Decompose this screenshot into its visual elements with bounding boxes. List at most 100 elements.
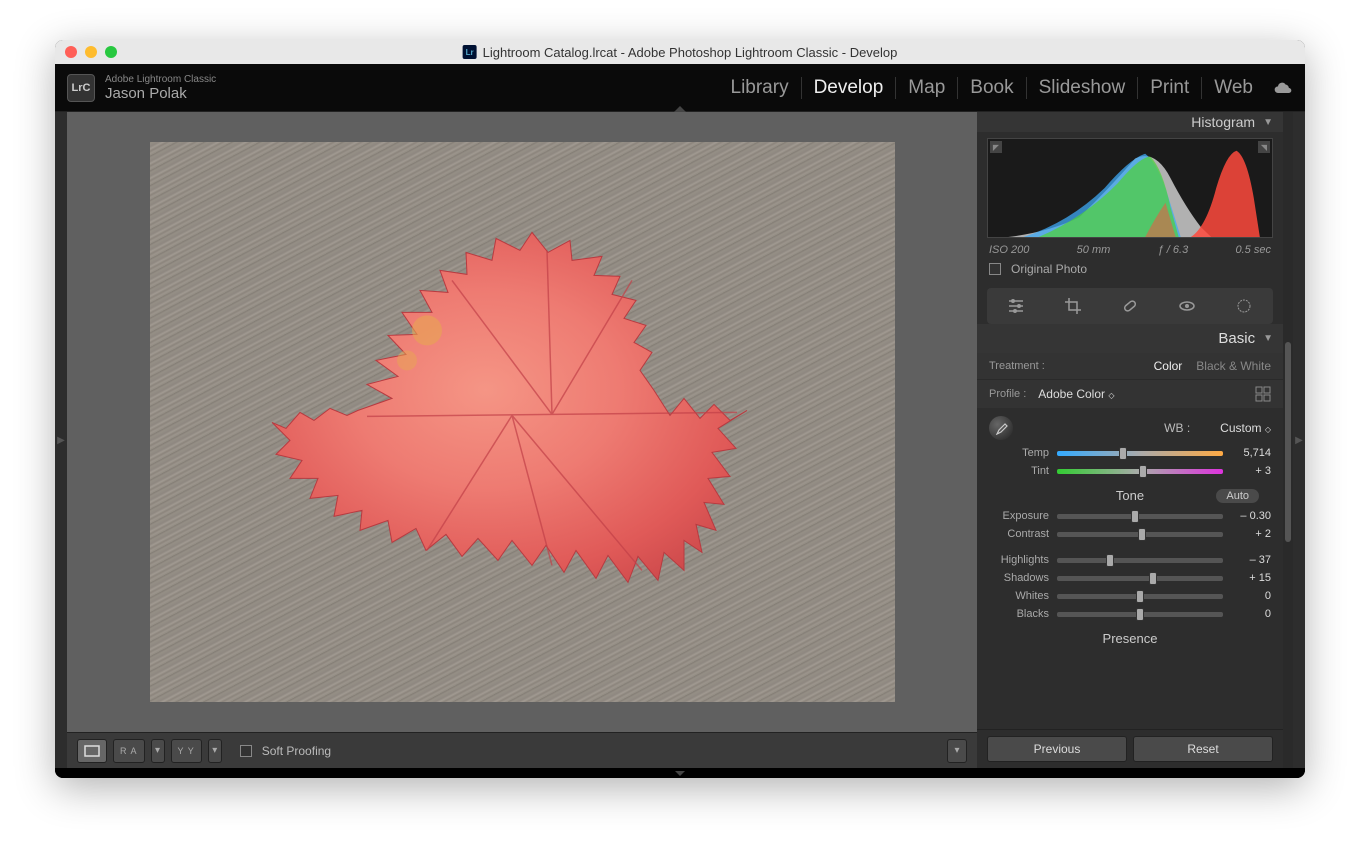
histogram-title: Histogram [1191, 114, 1255, 130]
right-scrollbar[interactable] [1283, 112, 1293, 768]
wb-selector[interactable]: Custom ◇ [1220, 421, 1271, 435]
module-picker: Library Develop Map Book Slideshow Print… [719, 77, 1294, 99]
image-canvas[interactable] [67, 112, 977, 732]
profile-selector[interactable]: Adobe Color ◇ [1038, 387, 1114, 401]
exif-iso: ISO 200 [989, 244, 1029, 256]
canvas-area: R A ▾ Y Y ▾ Soft Proofing ▾ [67, 112, 977, 768]
left-panel-toggle[interactable]: ▶ [55, 112, 67, 768]
histogram-chart[interactable]: ◤ ◥ [987, 138, 1273, 238]
treatment-label: Treatment : [989, 360, 1045, 372]
reset-button[interactable]: Reset [1133, 736, 1273, 762]
content-area: ▶ [55, 112, 1305, 768]
module-slideshow[interactable]: Slideshow [1026, 77, 1138, 99]
shadows-label: Shadows [989, 572, 1049, 584]
module-header: LrC Adobe Lightroom Classic Jason Polak … [55, 64, 1305, 112]
window-title: Lightroom Catalog.lrcat - Adobe Photosho… [483, 45, 898, 60]
right-panel: Histogram ▼ ◤ ◥ ISO 200 50 mm ƒ / 6.3 0.… [977, 112, 1283, 768]
chevron-down-icon: ▼ [1263, 333, 1273, 344]
basic-title: Basic [1218, 330, 1255, 347]
original-photo-checkbox[interactable] [989, 263, 1001, 275]
presence-section-header: Presence [977, 623, 1283, 650]
tint-value[interactable]: + 3 [1231, 465, 1271, 477]
loupe-view-button[interactable] [77, 739, 107, 763]
leaf-image [252, 220, 792, 640]
contrast-value[interactable]: + 2 [1231, 528, 1271, 540]
highlights-label: Highlights [989, 554, 1049, 566]
module-web[interactable]: Web [1201, 77, 1265, 99]
exposure-value[interactable]: – 0.30 [1231, 510, 1271, 522]
crop-icon[interactable] [1064, 297, 1082, 315]
maximize-window-button[interactable] [105, 46, 117, 58]
shadows-slider[interactable] [1057, 576, 1223, 581]
soft-proofing-label: Soft Proofing [262, 744, 331, 758]
exif-aperture: ƒ / 6.3 [1158, 244, 1189, 256]
treatment-color[interactable]: Color [1154, 359, 1183, 373]
tone-section-header: Tone Auto [977, 480, 1283, 507]
redeye-icon[interactable] [1178, 297, 1196, 315]
close-window-button[interactable] [65, 46, 77, 58]
app-window: Lr Lightroom Catalog.lrcat - Adobe Photo… [55, 40, 1305, 778]
presence-label: Presence [1103, 631, 1158, 646]
blacks-value[interactable]: 0 [1231, 608, 1271, 620]
profile-label: Profile : [989, 388, 1026, 400]
shadows-value[interactable]: + 15 [1231, 572, 1271, 584]
titlebar: Lr Lightroom Catalog.lrcat - Adobe Photo… [55, 40, 1305, 64]
before-after-tb-dropdown[interactable]: ▾ [208, 739, 222, 763]
minimize-window-button[interactable] [85, 46, 97, 58]
shadow-clip-icon[interactable]: ◤ [990, 141, 1002, 153]
app-icon: Lr [463, 45, 477, 59]
tint-slider[interactable] [1057, 469, 1223, 474]
histogram-header[interactable]: Histogram ▼ [977, 112, 1283, 132]
wb-eyedropper-icon[interactable] [989, 416, 1013, 440]
module-develop[interactable]: Develop [801, 77, 896, 99]
app-label: Adobe Lightroom Classic [105, 74, 216, 85]
before-after-tb-button[interactable]: Y Y [171, 739, 202, 763]
exif-focal: 50 mm [1077, 244, 1111, 256]
profile-browser-icon[interactable] [1255, 386, 1271, 402]
module-book[interactable]: Book [957, 77, 1025, 99]
basic-panel-header[interactable]: Basic ▼ [977, 324, 1283, 353]
whites-value[interactable]: 0 [1231, 590, 1271, 602]
toolbar-menu-button[interactable]: ▾ [947, 739, 967, 763]
soft-proofing-checkbox[interactable] [240, 745, 252, 757]
bottom-toolbar: R A ▾ Y Y ▾ Soft Proofing ▾ [67, 732, 977, 768]
user-name: Jason Polak [105, 85, 216, 102]
before-after-lr-button[interactable]: R A [113, 739, 145, 763]
module-print[interactable]: Print [1137, 77, 1201, 99]
blacks-slider[interactable] [1057, 612, 1223, 617]
whites-slider[interactable] [1057, 594, 1223, 599]
temp-slider-row: Temp 5,714 [977, 444, 1283, 462]
contrast-label: Contrast [989, 528, 1049, 540]
exif-info: ISO 200 50 mm ƒ / 6.3 0.5 sec [977, 244, 1283, 256]
exposure-slider[interactable] [1057, 514, 1223, 519]
previous-button[interactable]: Previous [987, 736, 1127, 762]
original-photo-label: Original Photo [1011, 262, 1087, 276]
tone-label: Tone [1116, 488, 1144, 503]
cloud-sync-icon[interactable] [1273, 81, 1293, 95]
right-panel-toggle[interactable]: ▶ [1293, 112, 1305, 768]
wb-row: WB : Custom ◇ [977, 408, 1283, 444]
exposure-label: Exposure [989, 510, 1049, 522]
profile-row: Profile : Adobe Color ◇ [977, 380, 1283, 408]
before-after-dropdown[interactable]: ▾ [151, 739, 165, 763]
whites-label: Whites [989, 590, 1049, 602]
temp-slider[interactable] [1057, 451, 1223, 456]
module-library[interactable]: Library [719, 77, 801, 99]
identity-plate: Adobe Lightroom Classic Jason Polak [105, 74, 216, 102]
highlights-value[interactable]: – 37 [1231, 554, 1271, 566]
panel-buttons: Previous Reset [977, 729, 1283, 768]
exif-shutter: 0.5 sec [1236, 244, 1271, 256]
module-map[interactable]: Map [895, 77, 957, 99]
highlights-slider[interactable] [1057, 558, 1223, 563]
tint-slider-row: Tint + 3 [977, 462, 1283, 480]
temp-value[interactable]: 5,714 [1231, 447, 1271, 459]
highlight-clip-icon[interactable]: ◥ [1258, 141, 1270, 153]
edit-sliders-icon[interactable] [1007, 297, 1025, 315]
contrast-slider[interactable] [1057, 532, 1223, 537]
masking-icon[interactable] [1235, 297, 1253, 315]
healing-icon[interactable] [1121, 297, 1139, 315]
auto-tone-button[interactable]: Auto [1216, 489, 1259, 503]
treatment-bw[interactable]: Black & White [1196, 359, 1271, 373]
treatment-row: Treatment : Color Black & White [977, 353, 1283, 380]
filmstrip-toggle[interactable] [55, 768, 1305, 778]
